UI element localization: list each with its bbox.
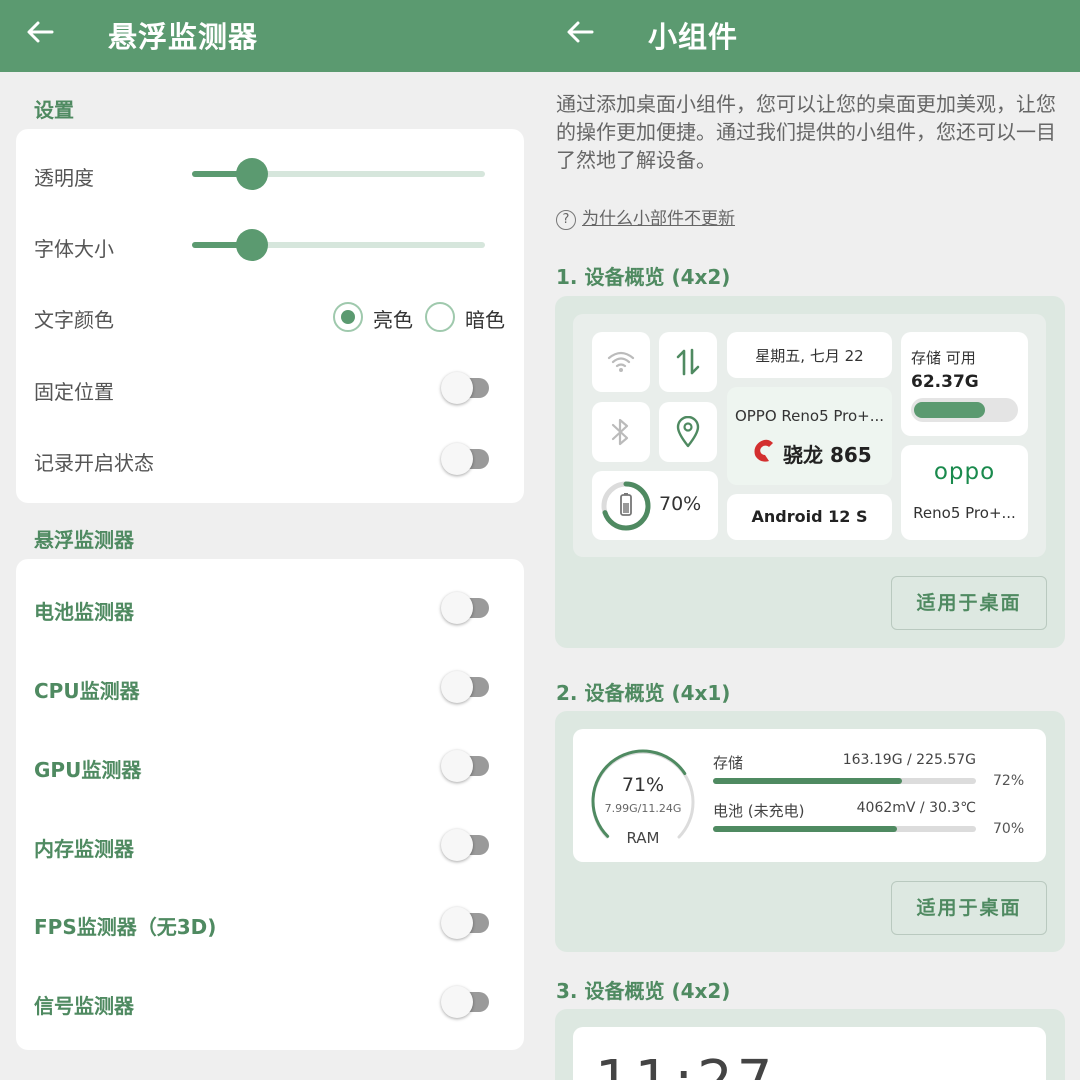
font-size-slider[interactable] xyxy=(192,229,485,261)
back-arrow-icon[interactable] xyxy=(564,16,596,48)
android-tile: Android 12 S xyxy=(727,494,892,540)
location-pin-icon xyxy=(676,416,700,448)
text-color-label: 文字颜色 xyxy=(34,308,114,332)
battery-tile: 70% xyxy=(592,471,718,540)
gpu-monitor-toggle[interactable] xyxy=(441,750,489,782)
wifi-tile xyxy=(592,332,650,392)
widget3-preview: 11:27 xyxy=(555,1009,1065,1080)
battery-monitor-label: 电池监测器 xyxy=(34,600,134,624)
memory-monitor-label: 内存监测器 xyxy=(34,837,134,861)
monitors-section-title: 悬浮监测器 xyxy=(34,528,134,552)
fps-monitor-label: FPS监测器（无3D) xyxy=(34,915,217,939)
storage-percent: 72% xyxy=(993,773,1025,789)
battery-bar xyxy=(713,826,976,832)
battery-ring-icon xyxy=(601,481,651,531)
transparency-label: 透明度 xyxy=(34,166,94,190)
page-title: 悬浮监测器 xyxy=(108,20,259,54)
battery-percent: 70% xyxy=(659,493,702,515)
page-title: 小组件 xyxy=(648,20,739,54)
storage-bar xyxy=(713,778,976,784)
widget1-title: 1. 设备概览 (4x2) xyxy=(556,265,731,289)
fps-monitor-toggle[interactable] xyxy=(441,907,489,939)
monitors-card: 电池监测器 CPU监测器 GPU监测器 内存监测器 FPS监测器（无3D) 信号… xyxy=(16,559,524,1050)
battery-bar-fill xyxy=(713,826,898,832)
bluetooth-icon xyxy=(611,418,629,446)
widget1-preview: 70% 星期五, 七月 22 OPPO Reno5 Pro+... 骁龙 865… xyxy=(555,296,1065,648)
memory-monitor-toggle[interactable] xyxy=(441,829,489,861)
dark-color-radio[interactable] xyxy=(425,302,455,332)
ram-detail: 7.99G/11.24G xyxy=(604,802,682,815)
location-tile xyxy=(659,402,717,462)
slider-thumb[interactable] xyxy=(236,229,268,261)
bluetooth-tile xyxy=(592,402,650,462)
help-link-row[interactable]: ? 为什么小部件不更新 xyxy=(556,204,735,230)
record-state-toggle[interactable] xyxy=(441,443,489,475)
storage-bar xyxy=(911,398,1018,422)
light-color-radio[interactable] xyxy=(333,302,363,332)
widget3-title: 3. 设备概览 (4x2) xyxy=(556,979,731,1003)
floating-monitor-screen: 悬浮监测器 设置 透明度 字体大小 文字颜色 亮色 暗色 固定位置 记录开启状态… xyxy=(0,0,540,1080)
widget2-card: 71% 7.99G/11.24G RAM 存储 163.19G / 225.57… xyxy=(573,729,1046,862)
battery-value: 4062mV / 30.3℃ xyxy=(856,800,976,816)
ram-percent: 71% xyxy=(621,774,665,796)
widget2-apply-button[interactable]: 适用于桌面 xyxy=(891,881,1047,935)
brand-model: Reno5 Pro+... xyxy=(913,504,1016,522)
storage-available: 62.37G xyxy=(911,372,979,392)
fixed-position-label: 固定位置 xyxy=(34,380,114,404)
storage-bar-fill xyxy=(914,402,985,418)
android-version: Android 12 S xyxy=(751,507,868,526)
question-icon: ? xyxy=(556,210,576,230)
device-tile: OPPO Reno5 Pro+... 骁龙 865 xyxy=(727,387,892,485)
cpu-monitor-label: CPU监测器 xyxy=(34,679,140,703)
transparency-slider[interactable] xyxy=(192,158,485,190)
chip-name: 骁龙 865 xyxy=(783,443,872,467)
ram-label: RAM xyxy=(626,829,660,847)
widget2-preview: 71% 7.99G/11.24G RAM 存储 163.19G / 225.57… xyxy=(555,711,1065,952)
device-model: OPPO Reno5 Pro+... xyxy=(734,407,885,425)
light-color-label: 亮色 xyxy=(373,308,413,332)
dark-color-label: 暗色 xyxy=(465,308,505,332)
widget3-card: 11:27 xyxy=(573,1027,1046,1080)
help-link[interactable]: 为什么小部件不更新 xyxy=(582,209,735,229)
clock-text: 11:27 xyxy=(595,1049,776,1080)
battery-monitor-toggle[interactable] xyxy=(441,592,489,624)
data-transfer-icon xyxy=(676,348,700,376)
signal-monitor-label: 信号监测器 xyxy=(34,994,134,1018)
cpu-monitor-toggle[interactable] xyxy=(441,671,489,703)
battery-label: 电池 (未充电) xyxy=(713,802,805,820)
record-state-label: 记录开启状态 xyxy=(34,451,154,475)
intro-text: 通过添加桌面小组件，您可以让您的桌面更加美观，让您的操作更加便捷。通过我们提供的… xyxy=(556,92,1056,172)
storage-bar-fill xyxy=(713,778,903,784)
storage-tile: 存储 可用 62.37G xyxy=(901,332,1028,436)
settings-card: 透明度 字体大小 文字颜色 亮色 暗色 固定位置 记录开启状态 xyxy=(16,129,524,503)
storage-value: 163.19G / 225.57G xyxy=(842,752,976,768)
brand-logo: oppo xyxy=(933,459,996,485)
battery-percent: 70% xyxy=(993,821,1025,837)
back-arrow-icon[interactable] xyxy=(24,16,56,48)
app-bar: 小组件 xyxy=(540,0,1080,72)
data-tile xyxy=(659,332,717,392)
signal-monitor-toggle[interactable] xyxy=(441,986,489,1018)
storage-label: 存储 可用 xyxy=(911,349,976,367)
widget1-apply-button[interactable]: 适用于桌面 xyxy=(891,576,1047,630)
font-size-label: 字体大小 xyxy=(34,237,114,261)
storage-label: 存储 xyxy=(713,754,744,772)
wifi-icon xyxy=(607,351,635,372)
snapdragon-logo-icon xyxy=(754,439,773,462)
widget1-card: 70% 星期五, 七月 22 OPPO Reno5 Pro+... 骁龙 865… xyxy=(573,314,1046,557)
date-tile: 星期五, 七月 22 xyxy=(727,332,892,378)
fixed-position-toggle[interactable] xyxy=(441,372,489,404)
date-text: 星期五, 七月 22 xyxy=(755,347,864,365)
settings-section-title: 设置 xyxy=(34,98,74,122)
widgets-screen: 小组件 通过添加桌面小组件，您可以让您的桌面更加美观，让您的操作更加便捷。通过我… xyxy=(540,0,1080,1080)
app-bar: 悬浮监测器 xyxy=(0,0,540,72)
brand-tile: oppo Reno5 Pro+... xyxy=(901,445,1028,540)
gpu-monitor-label: GPU监测器 xyxy=(34,758,142,782)
widget2-title: 2. 设备概览 (4x1) xyxy=(556,681,731,705)
slider-thumb[interactable] xyxy=(236,158,268,190)
